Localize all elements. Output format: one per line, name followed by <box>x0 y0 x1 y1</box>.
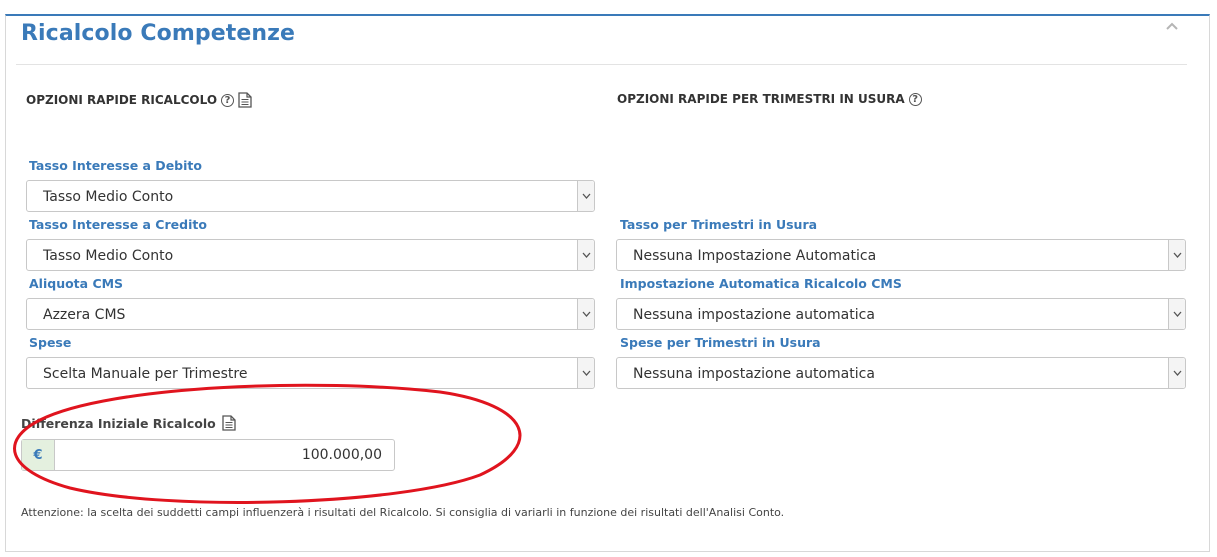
document-icon[interactable] <box>238 92 252 108</box>
left-heading-text: OPZIONI RAPIDE RICALCOLO <box>26 93 218 107</box>
tasso-credito-select[interactable]: Tasso Medio Conto <box>26 239 595 271</box>
spese-usura-label: Spese per Trimestri in Usura <box>620 335 821 350</box>
chevron-down-icon[interactable] <box>577 358 594 388</box>
right-heading-text: OPZIONI RAPIDE PER TRIMESTRI IN USURA <box>617 92 905 106</box>
select-value: Tasso Medio Conto <box>43 248 174 264</box>
chevron-down-icon[interactable] <box>577 240 594 270</box>
chevron-down-icon[interactable] <box>1168 240 1185 270</box>
select-value: Scelta Manuale per Trimestre <box>43 366 248 382</box>
tasso-debito-label: Tasso Interesse a Debito <box>29 158 202 173</box>
chevron-up-icon[interactable] <box>1165 19 1179 33</box>
right-section-heading: OPZIONI RAPIDE PER TRIMESTRI IN USURA ? <box>617 92 922 106</box>
left-section-heading: OPZIONI RAPIDE RICALCOLO ? <box>26 92 252 108</box>
spese-select[interactable]: Scelta Manuale per Trimestre <box>26 357 595 389</box>
tasso-usura-label: Tasso per Trimestri in Usura <box>620 217 818 232</box>
aliquota-cms-select[interactable]: Azzera CMS <box>26 298 595 330</box>
question-circle-icon[interactable]: ? <box>908 92 922 106</box>
tasso-usura-select[interactable]: Nessuna Impostazione Automatica <box>616 239 1186 271</box>
initial-difference-input[interactable]: € 100.000,00 <box>21 439 395 471</box>
tasso-credito-label: Tasso Interesse a Credito <box>29 217 207 232</box>
tasso-debito-select[interactable]: Tasso Medio Conto <box>26 180 595 212</box>
panel-title: Ricalcolo Competenze <box>21 21 296 46</box>
select-value: Nessuna impostazione automatica <box>633 366 875 382</box>
spese-usura-select[interactable]: Nessuna impostazione automatica <box>616 357 1186 389</box>
chevron-down-icon[interactable] <box>577 181 594 211</box>
warning-note: Attenzione: la scelta dei suddetti campi… <box>21 506 785 519</box>
chevron-down-icon[interactable] <box>1168 299 1185 329</box>
ricalcolo-cms-label: Impostazione Automatica Ricalcolo CMS <box>620 276 902 291</box>
spese-label: Spese <box>29 335 72 350</box>
question-circle-icon[interactable]: ? <box>221 93 235 107</box>
euro-addon: € <box>22 440 55 470</box>
initial-difference-label: Differenza Iniziale Ricalcolo <box>21 415 216 431</box>
select-value: Azzera CMS <box>43 307 126 323</box>
initial-difference-value[interactable]: 100.000,00 <box>55 440 394 470</box>
document-icon[interactable] <box>222 415 236 431</box>
select-value: Nessuna impostazione automatica <box>633 307 875 323</box>
chevron-down-icon[interactable] <box>1168 358 1185 388</box>
initial-difference-heading: Differenza Iniziale Ricalcolo <box>21 415 236 431</box>
ricalcolo-cms-select[interactable]: Nessuna impostazione automatica <box>616 298 1186 330</box>
select-value: Tasso Medio Conto <box>43 189 174 205</box>
title-divider <box>16 64 1187 65</box>
aliquota-cms-label: Aliquota CMS <box>29 276 124 291</box>
chevron-down-icon[interactable] <box>577 299 594 329</box>
select-value: Nessuna Impostazione Automatica <box>633 248 877 264</box>
